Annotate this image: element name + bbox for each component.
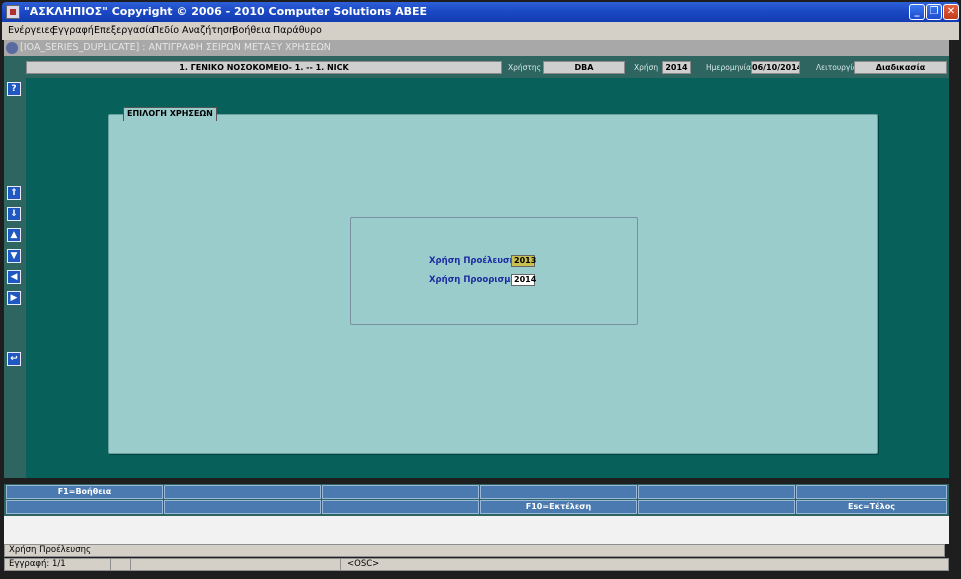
function-value: Διαδικασία bbox=[854, 61, 947, 74]
arrow-right-icon[interactable]: ▶ bbox=[7, 291, 21, 305]
function-label: Λειτουργία bbox=[816, 63, 858, 72]
user-label: Χρήστης bbox=[508, 63, 542, 72]
form-title: [IOA_SERIES_DUPLICATE] : ΑΝΤΙΓΡΑΦΗ ΣΕΙΡΩ… bbox=[20, 42, 331, 53]
menu-bar: Ενέργειες Εγγραφή Επεξεργασία Πεδίο Αναζ… bbox=[2, 22, 959, 40]
date-label: Ημερομηνία bbox=[706, 63, 752, 72]
fkey-slot-1-3[interactable] bbox=[322, 485, 479, 499]
form-icon bbox=[6, 42, 18, 54]
fkey-slot-1-5[interactable] bbox=[638, 485, 795, 499]
window-title: "ΑΣΚΛΗΠΙΟΣ" Copyright © 2006 - 2010 Comp… bbox=[24, 5, 428, 18]
arrow-left-icon[interactable]: ◀ bbox=[7, 270, 21, 284]
close-button[interactable]: ✕ bbox=[943, 4, 959, 20]
year-label: Χρήση bbox=[634, 63, 659, 72]
year-fields-box: Χρήση Προέλευσης 2013 Χρήση Προορισμού 2… bbox=[350, 217, 638, 325]
record-counter: Εγγραφή: 1/1 bbox=[5, 559, 111, 570]
last-record-icon[interactable]: ⇓ bbox=[7, 207, 21, 221]
app-icon bbox=[6, 5, 20, 19]
previous-record-icon[interactable]: ▲ bbox=[7, 228, 21, 242]
menu-window[interactable]: Παράθυρο bbox=[273, 25, 322, 36]
background-strip bbox=[4, 516, 949, 544]
maximize-button[interactable]: ❐ bbox=[926, 4, 942, 20]
fkey-slot-1-4[interactable] bbox=[480, 485, 637, 499]
f1-help-button[interactable]: F1=Βοήθεια bbox=[6, 485, 163, 499]
header-info-row: 1. ΓΕΝΙΚΟ ΝΟΣΟΚΟΜΕΙΟ- 1. -- 1. NICK Χρήσ… bbox=[4, 56, 949, 78]
menu-edit[interactable]: Επεξεργασία bbox=[94, 25, 155, 36]
date-value: 06/10/2014 bbox=[751, 61, 800, 74]
minimize-button[interactable]: _ bbox=[909, 4, 925, 20]
menu-search[interactable]: Αναζήτηση bbox=[182, 25, 235, 36]
menu-field[interactable]: Πεδίο bbox=[152, 25, 179, 36]
hospital-name: 1. ΓΕΝΙΚΟ ΝΟΣΟΚΟΜΕΙΟ- 1. -- 1. NICK bbox=[26, 61, 502, 74]
fkey-slot-2-3[interactable] bbox=[322, 500, 479, 514]
status-cell-2 bbox=[111, 559, 131, 570]
menu-actions[interactable]: Ενέργειες bbox=[8, 25, 55, 36]
destination-year-field[interactable]: 2014 bbox=[511, 274, 536, 286]
fkey-slot-2-2[interactable] bbox=[164, 500, 321, 514]
origin-year-field[interactable]: 2013 bbox=[511, 255, 536, 267]
application-window: "ΑΣΚΛΗΠΙΟΣ" Copyright © 2006 - 2010 Comp… bbox=[0, 0, 961, 579]
esc-exit-button[interactable]: Esc=Τέλος bbox=[796, 500, 947, 514]
menu-help[interactable]: Βοήθεια bbox=[232, 25, 271, 36]
help-icon[interactable]: ? bbox=[7, 82, 21, 96]
status-hint: Χρήση Προέλευσης bbox=[4, 544, 945, 557]
main-canvas: ΕΠΙΛΟΓΗ ΧΡΗΣΕΩΝ Χρήση Προέλευσης 2013 Χρ… bbox=[26, 78, 949, 478]
return-icon[interactable]: ↩ bbox=[7, 352, 21, 366]
destination-year-label: Χρήση Προορισμού bbox=[429, 275, 523, 285]
menu-record[interactable]: Εγγραφή bbox=[52, 25, 94, 36]
status-cell-3 bbox=[131, 559, 341, 570]
fkey-slot-2-5[interactable] bbox=[638, 500, 795, 514]
first-record-icon[interactable]: ⇑ bbox=[7, 186, 21, 200]
f10-execute-button[interactable]: F10=Εκτέλεση bbox=[480, 500, 637, 514]
year-value: 2014 bbox=[662, 61, 691, 74]
function-key-bar: F1=Βοήθεια F10=Εκτέλεση Esc=Τέλος bbox=[4, 484, 949, 516]
fkey-slot-1-6[interactable] bbox=[796, 485, 947, 499]
origin-year-label: Χρήση Προέλευσης bbox=[429, 256, 521, 266]
fkey-slot-1-2[interactable] bbox=[164, 485, 321, 499]
fkey-slot-2-1[interactable] bbox=[6, 500, 163, 514]
user-value: DBA bbox=[543, 61, 625, 74]
next-record-icon[interactable]: ▼ bbox=[7, 249, 21, 263]
left-toolbar: ? ⇑ ⇓ ▲ ▼ ◀ ▶ ↩ bbox=[4, 78, 26, 478]
form-title-bar: [IOA_SERIES_DUPLICATE] : ΑΝΤΙΓΡΑΦΗ ΣΕΙΡΩ… bbox=[4, 40, 949, 56]
title-bar[interactable]: "ΑΣΚΛΗΠΙΟΣ" Copyright © 2006 - 2010 Comp… bbox=[2, 2, 959, 22]
status-bar: Εγγραφή: 1/1 <OSC> bbox=[4, 558, 949, 571]
year-selection-panel: ΕΠΙΛΟΓΗ ΧΡΗΣΕΩΝ Χρήση Προέλευσης 2013 Χρ… bbox=[108, 107, 878, 454]
mode-indicator: <OSC> bbox=[347, 559, 380, 569]
panel-title: ΕΠΙΛΟΓΗ ΧΡΗΣΕΩΝ bbox=[123, 107, 217, 121]
